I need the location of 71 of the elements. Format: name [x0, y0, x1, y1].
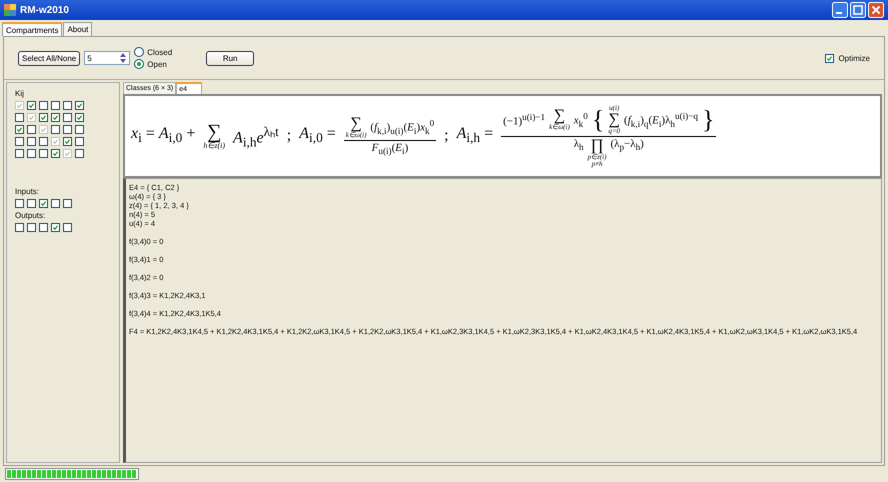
checkbox[interactable] — [39, 149, 48, 158]
checkbox[interactable] — [15, 223, 24, 232]
checkbox[interactable] — [51, 223, 60, 232]
outputs-label: Outputs: — [15, 211, 46, 220]
checkbox[interactable] — [63, 137, 72, 146]
inputs-label: Inputs: — [15, 187, 40, 196]
run-button[interactable]: Run — [206, 50, 254, 66]
checkbox[interactable] — [39, 101, 48, 110]
close-icon[interactable] — [868, 2, 884, 18]
checkbox[interactable] — [75, 113, 84, 122]
operator-limit: h∈z(i) — [203, 142, 226, 150]
checkbox[interactable] — [51, 199, 60, 208]
checkbox[interactable] — [15, 137, 24, 146]
math-term: ; — [286, 127, 292, 145]
checkbox[interactable] — [825, 54, 834, 62]
checkbox[interactable] — [51, 101, 60, 110]
checkbox[interactable] — [15, 113, 24, 122]
checkbox[interactable] — [27, 137, 36, 146]
checkbox[interactable] — [27, 101, 36, 110]
checkbox[interactable] — [27, 223, 36, 232]
math-term: F$_{u(i)}$(E$_{i}$) — [372, 142, 408, 156]
brace-symbol: { — [592, 106, 604, 132]
math-term: λ$_{h}$ — [574, 138, 584, 152]
checkbox[interactable] — [75, 149, 84, 158]
radio-option[interactable]: Open — [134, 59, 172, 69]
checkbox[interactable] — [27, 199, 36, 208]
maximize-icon[interactable] — [850, 2, 866, 18]
checkbox[interactable] — [15, 199, 24, 208]
checkbox[interactable] — [75, 101, 84, 110]
brace-symbol: } — [702, 106, 714, 132]
checkbox[interactable] — [39, 137, 48, 146]
window-title: RM-w2010 — [20, 4, 69, 16]
checkbox[interactable] — [51, 113, 60, 122]
checkbox[interactable] — [63, 101, 72, 110]
tab[interactable]: About — [63, 22, 92, 36]
math-term: A$_{i,h}$ = — [456, 125, 494, 147]
optimize-label: Optimize — [838, 54, 870, 62]
operator-symbol: ∏ — [590, 138, 604, 154]
checkbox[interactable] — [27, 149, 36, 158]
radio-option[interactable]: Closed — [134, 47, 172, 57]
checkbox[interactable] — [75, 125, 84, 134]
math-term: (−1)$^{u(i)−1}$ — [503, 112, 546, 128]
math-term: x$_{i}$ = A$_{i,0}$ + — [131, 125, 196, 147]
math-term: A$_{i,0}$ = — [299, 125, 336, 147]
checkbox[interactable] — [27, 125, 36, 134]
checkbox[interactable] — [39, 199, 48, 208]
kij-label: Kij — [15, 89, 25, 98]
checkbox[interactable] — [63, 125, 72, 134]
checkbox[interactable] — [51, 125, 60, 134]
checkbox[interactable] — [63, 113, 72, 122]
checkbox[interactable] — [39, 223, 48, 232]
tab[interactable]: Compartments — [2, 22, 62, 36]
operator-symbol: ∑ — [350, 116, 362, 132]
checkbox[interactable] — [75, 137, 84, 146]
math-term: ; — [444, 127, 449, 145]
checkbox[interactable] — [39, 113, 48, 122]
checkbox[interactable] — [63, 223, 72, 232]
checkbox[interactable] — [15, 125, 24, 134]
checkbox[interactable] — [51, 149, 60, 158]
math-term: A$_{i,h}$e$^{λₕt}$ — [233, 122, 279, 150]
checkbox[interactable] — [15, 149, 24, 158]
spinner-icon[interactable] — [119, 52, 128, 64]
checkbox[interactable] — [63, 199, 72, 208]
math-term: (λ$_{p}$−λ$_{h}$) — [610, 138, 644, 152]
select-all-button[interactable]: Select All/None — [18, 50, 80, 66]
operator-symbol: ∑ — [207, 122, 222, 142]
app-icon — [4, 4, 16, 16]
number-field[interactable]: 5 — [84, 51, 130, 65]
operator-symbol: ∑ — [554, 108, 566, 124]
minimize-icon[interactable] — [832, 2, 848, 18]
operator-symbol: ∑ — [608, 112, 620, 128]
